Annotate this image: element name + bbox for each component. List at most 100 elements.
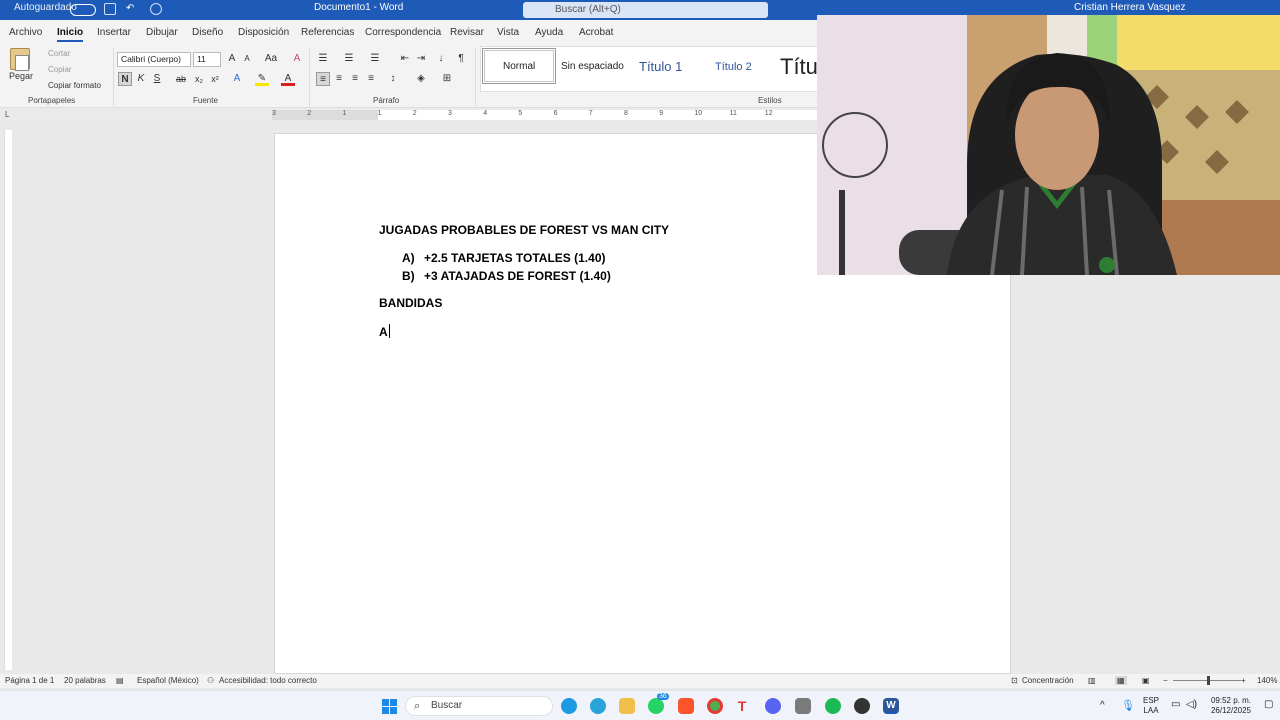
shrink-font-icon[interactable]: A (240, 52, 254, 66)
whatsapp-icon[interactable] (648, 698, 664, 714)
taskbar-search[interactable]: ⌕ Buscar (405, 696, 553, 716)
discord-icon[interactable] (765, 698, 781, 714)
paste-icon[interactable] (10, 48, 30, 71)
zoom-out-icon[interactable]: − (1163, 676, 1168, 685)
windows-start-icon[interactable] (382, 699, 397, 714)
italic-button[interactable]: K (134, 72, 148, 86)
page-count[interactable]: Página 1 de 1 (5, 676, 54, 685)
align-left-icon[interactable]: ≡ (316, 72, 330, 86)
document-heading[interactable]: JUGADAS PROBABLES DE FOREST VS MAN CITY (379, 223, 669, 237)
notifications-icon[interactable]: ▢ (1264, 699, 1273, 710)
undo-icon[interactable]: ↶ (126, 3, 138, 15)
tray-chevron-icon[interactable]: ^ (1100, 700, 1105, 711)
zoom-slider-thumb[interactable] (1207, 676, 1210, 685)
increase-indent-icon[interactable]: ⇥ (414, 52, 428, 66)
strikethrough-button[interactable]: ab (174, 72, 188, 86)
clock[interactable]: 09:52 p. m. 26/12/2025 (1205, 696, 1257, 716)
borders-icon[interactable]: ⊞ (440, 72, 454, 86)
style-title[interactable]: Títu (780, 49, 818, 85)
user-name[interactable]: Cristian Herrera Vasquez (1074, 2, 1186, 13)
shading-icon[interactable]: ◈ (414, 72, 428, 86)
input-language[interactable]: ESP LAA (1143, 696, 1159, 716)
text-effects-icon[interactable]: A (230, 72, 244, 86)
bold-button[interactable]: N (118, 72, 132, 86)
tab-revisar[interactable]: Revisar (450, 27, 484, 38)
telegram-icon[interactable] (590, 698, 606, 714)
brave-icon[interactable] (678, 698, 694, 714)
focus-icon[interactable]: ⊡ (1011, 676, 1018, 685)
spotify-icon[interactable] (825, 698, 841, 714)
underline-button[interactable]: S (150, 72, 164, 86)
tab-vista[interactable]: Vista (497, 27, 519, 38)
title-search-box[interactable]: Buscar (Alt+Q) (523, 2, 768, 18)
tab-dibujar[interactable]: Dibujar (146, 27, 178, 38)
focus-mode-button[interactable]: Concentración (1022, 676, 1074, 685)
tab-inicio[interactable]: Inicio (57, 27, 84, 42)
autosave-toggle[interactable] (70, 4, 96, 16)
horizontal-ruler[interactable]: L 3 2 1 1 2 3 4 5 6 7 8 9 10 11 12 (0, 108, 820, 122)
decrease-indent-icon[interactable]: ⇤ (398, 52, 412, 66)
section-heading[interactable]: BANDIDAS (379, 296, 442, 310)
tab-archivo[interactable]: Archivo (9, 27, 42, 38)
chrome-icon[interactable] (707, 698, 723, 714)
tab-correspondencia[interactable]: Correspondencia (365, 27, 441, 38)
network-icon[interactable]: ▭ (1171, 699, 1180, 710)
justify-icon[interactable]: ≡ (364, 72, 378, 86)
print-layout-icon[interactable]: ▦ (1115, 676, 1127, 685)
font-color-icon[interactable]: A (281, 72, 295, 86)
tab-disposicion[interactable]: Disposición (238, 27, 289, 38)
tab-referencias[interactable]: Referencias (301, 27, 354, 38)
accessibility-status[interactable]: Accesibilidad: todo correcto (219, 676, 317, 685)
style-heading-2[interactable]: Título 2 (715, 49, 752, 85)
list-item[interactable]: A) +2.5 TARJETAS TOTALES (1.40) (402, 251, 606, 265)
numbering-icon[interactable]: ☰ (342, 52, 356, 66)
copy-button[interactable]: Copiar (48, 65, 72, 74)
proofing-icon[interactable]: ▤ (116, 676, 124, 685)
font-size-select[interactable]: 11 (193, 52, 221, 67)
tab-diseno[interactable]: Diseño (192, 27, 223, 38)
line-spacing-icon[interactable]: ↕ (386, 72, 400, 86)
list-item[interactable]: B) +3 ATAJADAS DE FOREST (1.40) (402, 269, 611, 283)
tab-ayuda[interactable]: Ayuda (535, 27, 563, 38)
grow-font-icon[interactable]: A (225, 52, 239, 66)
align-right-icon[interactable]: ≡ (348, 72, 362, 86)
paste-button[interactable]: Pegar (9, 71, 33, 81)
change-case-icon[interactable]: Aa (262, 52, 280, 66)
clear-formatting-icon[interactable]: A (290, 52, 304, 66)
bullets-icon[interactable]: ☰ (316, 52, 330, 66)
word-count[interactable]: 20 palabras (64, 676, 106, 685)
align-center-icon[interactable]: ≡ (332, 72, 346, 86)
tab-insertar[interactable]: Insertar (97, 27, 131, 38)
volume-icon[interactable]: ◁) (1186, 699, 1197, 710)
redo-icon[interactable] (150, 3, 162, 15)
file-explorer-icon[interactable] (619, 698, 635, 714)
style-normal[interactable]: Normal (482, 48, 557, 84)
style-heading-1[interactable]: Título 1 (639, 49, 682, 85)
read-mode-icon[interactable]: ▥ (1088, 676, 1096, 685)
highlight-icon[interactable]: ✎ (255, 72, 269, 86)
microphone-icon[interactable]: 🎙 (1121, 699, 1135, 712)
word-taskbar-icon[interactable]: W (883, 698, 899, 714)
typing-line[interactable]: A (379, 324, 390, 339)
zoom-level[interactable]: 140% (1257, 676, 1277, 685)
subscript-icon[interactable]: x₂ (192, 72, 206, 86)
sort-icon[interactable]: ↓ (434, 52, 448, 66)
cut-button[interactable]: Cortar (48, 49, 70, 58)
calculator-icon[interactable] (795, 698, 811, 714)
edge-icon[interactable] (561, 698, 577, 714)
save-icon[interactable] (104, 3, 116, 15)
vertical-ruler[interactable] (4, 130, 12, 670)
style-no-spacing[interactable]: Sin espaciado (561, 49, 624, 85)
tab-selector-icon[interactable]: L (5, 110, 9, 119)
language-status[interactable]: Español (México) (137, 676, 199, 685)
show-marks-icon[interactable]: ¶ (454, 52, 468, 66)
app-icon[interactable] (854, 698, 870, 714)
accessibility-icon[interactable]: ⚇ (207, 676, 214, 685)
format-painter-button[interactable]: Copiar formato (48, 81, 101, 90)
web-layout-icon[interactable]: ▣ (1142, 676, 1150, 685)
typora-icon[interactable]: T (734, 698, 750, 714)
font-name-select[interactable]: Calibri (Cuerpo) (117, 52, 191, 67)
multilevel-list-icon[interactable]: ☰ (368, 52, 382, 66)
tab-acrobat[interactable]: Acrobat (579, 27, 613, 38)
superscript-icon[interactable]: x² (208, 72, 222, 86)
